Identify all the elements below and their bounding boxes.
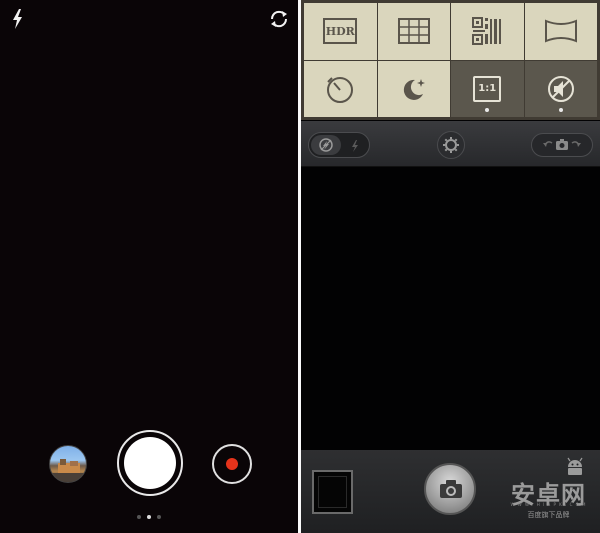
- settings-button[interactable]: [437, 131, 465, 159]
- record-video-button[interactable]: [212, 444, 252, 484]
- mute-icon: [547, 75, 574, 102]
- shutter-core: [124, 437, 176, 489]
- settings-gear-icon: [443, 137, 459, 153]
- mode-aspect-ratio[interactable]: 1:1: [451, 60, 524, 117]
- flash-toggle-switch[interactable]: [308, 132, 370, 158]
- flash-bolt-icon: [352, 140, 358, 152]
- mode-timer[interactable]: [304, 60, 377, 117]
- qr-code-icon: [472, 17, 502, 46]
- panorama-icon: [544, 19, 577, 43]
- shutter-button[interactable]: [424, 463, 476, 515]
- page-dot: [157, 515, 161, 519]
- switch-camera-icon: [270, 10, 288, 28]
- camera-icon: [440, 480, 462, 498]
- mode-hdr[interactable]: HDR: [304, 3, 377, 60]
- site-watermark: 安卓网 W W W . H I A P K . C O M 百度旗下品牌: [501, 455, 596, 527]
- switch-camera-button[interactable]: [268, 8, 290, 30]
- hdr-label: HDR: [325, 24, 355, 38]
- gallery-thumbnail-button[interactable]: [49, 445, 87, 483]
- record-dot-icon: [226, 458, 238, 470]
- mode-grid: HDR 1:1: [301, 0, 600, 120]
- hdr-icon: HDR: [323, 18, 358, 45]
- right-camera-screen: HDR 1:1 安卓网 W W W . H I A P K . C O M 百度…: [301, 0, 600, 533]
- toggle-knob: [311, 135, 341, 155]
- page-dot: [137, 515, 141, 519]
- watermark-url: W W W . H I A P K . C O M: [510, 502, 587, 507]
- mode-grid-lines[interactable]: [377, 3, 450, 60]
- flash-toggle-button[interactable]: [10, 8, 26, 30]
- camera-mode-switch-icon: [543, 139, 581, 150]
- mode-qr-scan[interactable]: [451, 3, 524, 60]
- aspect-ratio-icon: 1:1: [473, 75, 502, 102]
- aspect-ratio-label: 1:1: [478, 83, 497, 95]
- photo-thumbnail-icon: [50, 459, 86, 482]
- page-dot-active: [147, 515, 151, 519]
- flash-off-icon: [319, 138, 333, 152]
- night-mode-icon: [403, 78, 425, 100]
- left-camera-screen: [0, 0, 298, 533]
- flash-bolt-icon: [13, 9, 22, 29]
- android-robot-icon: [567, 457, 583, 475]
- timer-icon: [327, 76, 354, 103]
- shutter-button[interactable]: [117, 430, 183, 496]
- camera-mode-switch[interactable]: [531, 133, 593, 157]
- mode-panorama[interactable]: [524, 3, 597, 60]
- last-photo-preview-button[interactable]: [312, 470, 353, 514]
- grid-icon: [397, 18, 430, 45]
- watermark-slogan: 百度旗下品牌: [527, 511, 570, 519]
- active-indicator-dot: [485, 108, 490, 112]
- mode-page-indicator: [137, 515, 161, 519]
- active-indicator-dot: [558, 108, 563, 112]
- mode-mute[interactable]: [524, 60, 597, 117]
- mode-night[interactable]: [377, 60, 450, 117]
